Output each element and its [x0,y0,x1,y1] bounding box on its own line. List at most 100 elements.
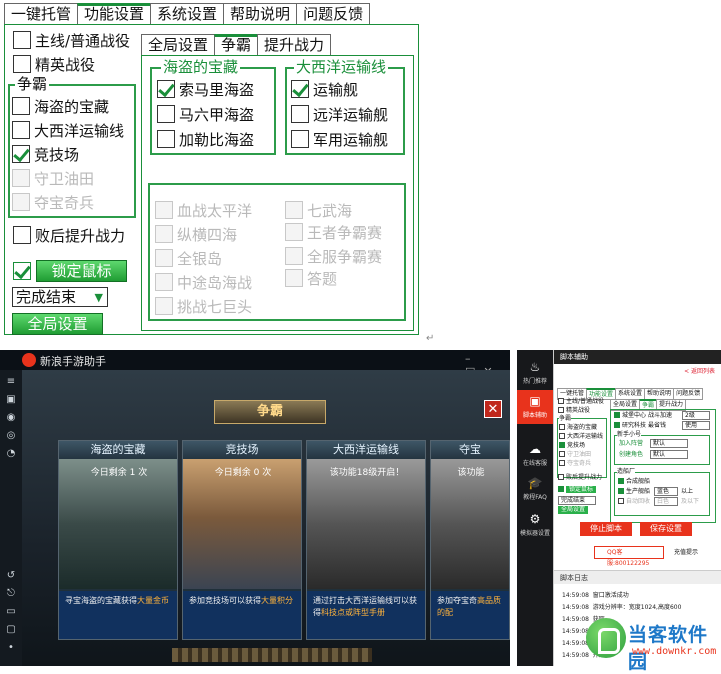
card-description: 寻宝海盗的宝藏获得大量金币 [59,591,177,639]
checkbox-box[interactable] [291,105,309,123]
sidebar-item-script[interactable]: ▣ 脚本辅助 [517,390,553,424]
mini-lock-mouse[interactable]: 锁定鼠标 [558,486,597,494]
checkbox-military-transport[interactable]: 军用运输舰 [291,129,388,149]
stop-script-button[interactable]: 停止脚本 [580,522,632,536]
gear-icon: ⚙ [529,512,541,526]
card-description: 参加竞技场可以获得大量积分 [183,591,301,639]
checkbox-atlantic-route[interactable]: 大西洋运输线 [12,120,124,140]
checkbox-malacca-pirates[interactable]: 马六甲海盗 [157,104,254,124]
mini-global-button[interactable]: 全局设置 [558,506,589,514]
mini-finish-select[interactable]: 完成结束 [558,496,596,505]
mini-select[interactable]: 蓝色 [654,487,678,496]
mini-checkbox[interactable]: 大西洋运输线 [559,433,603,441]
back-icon[interactable]: ⎋ [5,588,17,600]
checkbox-box-checked[interactable] [291,80,309,98]
mini-select[interactable]: 默认 [650,439,688,448]
checkbox-pirate-treasure[interactable]: 海盗的宝藏 [12,96,109,116]
tab-one-click[interactable]: 一键托管 [4,3,79,25]
mini-select[interactable]: 使用 [682,421,710,430]
mini-select[interactable]: 2级 [682,411,710,420]
sidebar-item-support[interactable]: ☁ 在线客服 [517,438,553,472]
checkbox-box [155,249,173,267]
card-remaining: 今日剩余 1 次 [90,468,148,478]
checkbox-after-defeat[interactable]: 败后提升战力 [13,225,125,245]
checkbox-guard-oilfield: 守卫油田 [12,168,94,188]
checkbox-box[interactable] [157,130,175,148]
checkbox-box-checked[interactable] [157,80,175,98]
sidebar-item-emulator[interactable]: ⚙ 模拟器设置 [517,508,553,542]
mini-label: 及以下 [681,498,700,505]
subtab-improve-power[interactable]: 提升战力 [257,34,332,56]
volume-icon[interactable]: ◔ [5,448,17,460]
rotate-icon[interactable]: ↺ [5,570,17,582]
zhengba-banner: 争霸 [214,400,326,424]
recent-apps-icon[interactable]: ▢ [5,624,17,636]
checkbox-label: 海盗的宝藏 [34,97,110,116]
qq-support-button[interactable]: QQ客服:800122295 [594,546,664,567]
checkbox-box[interactable] [13,226,31,244]
chat-icon: ☁ [529,442,541,456]
home-icon[interactable]: ▭ [5,606,17,618]
chevron-down-icon: ▼ [94,291,103,304]
checkbox-transport-ship[interactable]: 运输舰 [291,79,358,99]
checkbox-lock-mouse[interactable] [13,261,35,281]
checkbox-somali-pirates[interactable]: 索马里海盗 [157,79,254,99]
checkbox-elite-campaign[interactable]: 精英战役 [13,54,95,74]
global-settings-button[interactable]: 全局设置 [12,313,103,335]
screen-icon[interactable]: ▣ [5,394,17,406]
script-icon: ▣ [529,394,541,408]
checkbox-label: 全银岛 [177,249,223,268]
sidebar-item-faq[interactable]: 🎓 教程FAQ [517,472,553,506]
checkbox-box-checked[interactable] [12,145,30,163]
checkbox-caribbean-pirates[interactable]: 加勒比海盗 [157,129,254,149]
app-logo-icon [22,353,36,367]
tab-system-settings[interactable]: 系统设置 [150,3,225,25]
subtab-global[interactable]: 全局设置 [141,34,216,56]
checkbox-box[interactable] [157,105,175,123]
checkbox-label: 马六甲海盗 [179,105,255,124]
close-icon[interactable]: ✕ [484,400,502,418]
checkbox-box [155,297,173,315]
mini-checkbox[interactable]: 精英战役 [558,407,590,415]
card-treasure-raider[interactable]: 夺宝 该功能 参加夺宝奇高品质的配 [430,440,510,640]
checkbox-ocean-transport[interactable]: 远洋运输舰 [291,104,388,124]
mini-row[interactable]: 城堡中心 战斗加速 [614,412,672,420]
sidebar-item-hot[interactable]: ♨ 热门推荐 [517,356,553,390]
checkbox-box[interactable] [13,55,31,73]
checkbox-box[interactable] [13,31,31,49]
record-icon[interactable]: ◉ [5,412,17,424]
dot-icon[interactable]: • [5,642,17,654]
card-pirate-treasure[interactable]: 海盗的宝藏 今日剩余 1 次 寻宝海盗的宝藏获得大量金币 [58,440,178,640]
checkbox-main-campaign[interactable]: 主线/普通战役 [13,30,130,50]
location-icon[interactable]: ◎ [5,430,17,442]
mini-checkbox[interactable]: 败后提升战力 [558,474,602,482]
card-arena[interactable]: 竞技场 今日剩余 0 次 参加竞技场可以获得大量积分 [182,440,302,640]
tab-function-settings[interactable]: 功能设置 [77,3,152,25]
checkbox-box[interactable] [12,97,30,115]
mini-select[interactable]: 默认 [650,450,688,459]
checkbox-silver-island: 全银岛 [155,248,222,268]
tab-feedback[interactable]: 问题反馈 [296,3,371,25]
mini-row[interactable]: 研究科技 最省钱 [614,422,666,430]
tab-help[interactable]: 帮助说明 [223,3,298,25]
mini-checkbox[interactable]: 主线/普通战役 [558,398,604,406]
checkbox-box[interactable] [291,130,309,148]
checkbox-box-checked[interactable] [13,262,31,280]
mini-checkbox[interactable]: 合成舰船 [618,478,650,486]
checkbox-label: 血战太平洋 [177,201,253,220]
card-atlantic-route[interactable]: 大西洋运输线 该功能18级开启！ 通过打击大西洋运输线可以获得科技点或阵型手册 [306,440,426,640]
checkbox-label: 守卫油田 [34,169,95,188]
checkbox-pacific-war: 血战太平洋 [155,200,252,220]
checkbox-box[interactable] [12,121,30,139]
mini-checkbox[interactable]: 海盗的宝藏 [559,424,597,432]
mini-checkbox[interactable]: 竞技场 [559,442,585,450]
finish-action-select[interactable]: 完成结束 ▼ [12,287,108,307]
subtab-zhengba[interactable]: 争霸 [214,34,259,56]
back-to-list-link[interactable]: < 返回列表 [684,366,715,375]
recharge-tip-link[interactable]: 充值提示 [674,549,698,557]
mini-checkbox[interactable]: 生产舰船 [618,488,650,496]
save-settings-button[interactable]: 保存设置 [640,522,692,536]
lock-mouse-button[interactable]: 锁定鼠标 [36,260,127,282]
menu-icon[interactable]: ≡ [5,376,17,388]
checkbox-arena[interactable]: 竞技场 [12,144,79,164]
